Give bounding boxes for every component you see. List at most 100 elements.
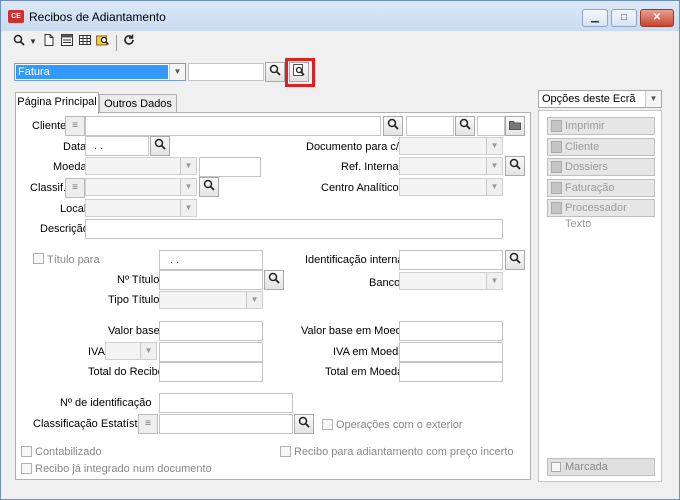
recibo-integrado-label: Recibo já integrado num documento <box>35 463 212 475</box>
classif-select[interactable]: ▼ <box>85 178 197 196</box>
chevron-down-icon[interactable]: ▼ <box>28 33 38 51</box>
chevron-down-icon: ▼ <box>486 273 502 289</box>
banco-select[interactable]: ▼ <box>399 272 503 290</box>
processador-texto-button[interactable]: Processador Texto <box>547 199 655 230</box>
toolbar-separator <box>116 35 117 51</box>
faturacao-button[interactable]: Faturação <box>547 179 655 197</box>
identificacao-interna-input[interactable] <box>399 250 503 270</box>
maximize-button[interactable]: □ <box>611 9 637 27</box>
search-icon[interactable] <box>10 33 28 51</box>
invoice-icon <box>551 182 562 194</box>
list-icon[interactable]: ≡ <box>138 414 158 434</box>
n-titulo-input[interactable] <box>159 270 263 290</box>
chevron-down-icon[interactable]: ▼ <box>645 91 661 107</box>
iva-moeda-input[interactable] <box>399 342 503 362</box>
tab-outros-dados[interactable]: Outros Dados <box>99 94 177 114</box>
local-select[interactable]: ▼ <box>85 199 197 217</box>
grid-view-icon[interactable] <box>76 33 94 51</box>
titulo-para-checkbox[interactable] <box>33 253 44 264</box>
highlight-box <box>285 58 315 87</box>
descricao-input[interactable] <box>85 219 503 239</box>
banco-label: Banco <box>369 277 401 289</box>
search-button[interactable] <box>505 156 525 176</box>
options-select[interactable]: Opções deste Ecrã ▼ <box>538 90 662 108</box>
recibo-preco-incerto-checkbox[interactable] <box>280 446 291 457</box>
titulo-para-label: Título para <box>47 254 100 266</box>
search-button[interactable] <box>265 62 285 82</box>
text-editor-icon <box>551 202 562 214</box>
options-label: Opções deste Ecrã <box>542 93 636 105</box>
search-button[interactable] <box>264 270 284 290</box>
ref-interna-select[interactable]: ▼ <box>399 157 503 175</box>
marcada-label: Marcada <box>565 461 608 473</box>
search-button[interactable] <box>383 116 403 136</box>
cliente-code-input[interactable] <box>406 116 454 136</box>
moeda-select[interactable]: ▼ <box>85 157 197 175</box>
chevron-down-icon: ▼ <box>180 200 196 216</box>
classif-label: Classif. <box>30 182 67 194</box>
contabilizado-checkbox[interactable] <box>21 446 32 457</box>
list-icon[interactable]: ≡ <box>65 178 85 198</box>
tab-pagina-principal[interactable]: Página Principal <box>15 92 99 114</box>
new-document-icon[interactable] <box>40 33 58 51</box>
marcada-toggle[interactable]: Marcada <box>547 458 655 476</box>
dossiers-label: Dossiers <box>565 161 608 173</box>
search-folder-icon[interactable] <box>94 33 112 51</box>
cliente-input[interactable] <box>85 116 381 136</box>
close-button[interactable]: ✕ <box>640 9 674 27</box>
iva-select[interactable]: ▼ <box>105 342 157 360</box>
total-recibo-input[interactable] <box>159 362 263 382</box>
title-bar: CE Recibos de Adiantamento ▁ □ ✕ <box>1 1 679 31</box>
recibo-integrado-checkbox[interactable] <box>21 463 32 474</box>
documento-cc-select[interactable]: ▼ <box>399 137 503 155</box>
chevron-down-icon[interactable]: ▼ <box>169 64 185 80</box>
marcada-checkbox[interactable] <box>551 462 561 472</box>
n-identificacao-input[interactable] <box>159 393 293 413</box>
classificacao-estatistica-label: Classificação Estatística <box>33 418 152 430</box>
form-view-icon[interactable] <box>58 33 76 51</box>
search-button[interactable] <box>294 414 314 434</box>
cliente-button-label: Cliente <box>565 141 600 153</box>
total-recibo-label: Total do Recibo <box>88 366 164 378</box>
search-button[interactable] <box>505 250 525 270</box>
valor-base-label: Valor base <box>108 325 160 337</box>
moeda-rate-input[interactable] <box>199 157 261 177</box>
minimize-button[interactable]: ▁ <box>582 9 608 27</box>
operacoes-exterior-checkbox[interactable] <box>322 419 333 430</box>
valor-base-input[interactable] <box>159 321 263 341</box>
classificacao-estatistica-input[interactable] <box>159 414 293 434</box>
titulo-para-input[interactable]: . . <box>159 250 263 270</box>
data-input[interactable]: . . <box>85 136 149 156</box>
refresh-icon[interactable] <box>120 33 138 51</box>
contabilizado-label: Contabilizado <box>35 446 102 458</box>
search-button[interactable] <box>455 116 475 136</box>
folder-button[interactable] <box>505 116 525 136</box>
iva-input[interactable] <box>159 342 263 362</box>
search-button[interactable] <box>199 177 219 197</box>
document-number-input[interactable] <box>188 63 264 81</box>
cliente-extra-input[interactable] <box>477 116 505 136</box>
document-type-select[interactable]: Fatura ▼ <box>14 63 186 81</box>
chevron-down-icon: ▼ <box>180 158 196 174</box>
total-moeda-input[interactable] <box>399 362 503 382</box>
window-title: Recibos de Adiantamento <box>29 10 166 24</box>
app-icon: CE <box>8 10 24 23</box>
dossiers-button[interactable]: Dossiers <box>547 158 655 176</box>
n-titulo-label: Nº Título <box>117 274 160 286</box>
centro-analitico-label: Centro Analítico <box>321 182 399 194</box>
list-icon[interactable]: ≡ <box>65 116 85 136</box>
valor-base-moeda-input[interactable] <box>399 321 503 341</box>
chevron-down-icon: ▼ <box>486 138 502 154</box>
tipo-titulo-select[interactable]: ▼ <box>159 291 263 309</box>
search-button[interactable] <box>150 136 170 156</box>
centro-analitico-select[interactable]: ▼ <box>399 178 503 196</box>
imprimir-button[interactable]: Imprimir <box>547 117 655 135</box>
chevron-down-icon: ▼ <box>140 343 156 359</box>
documento-cc-label: Documento para c/c <box>306 141 405 153</box>
chevron-down-icon: ▼ <box>246 292 262 308</box>
descricao-label: Descrição <box>40 223 89 235</box>
local-label: Local <box>60 203 87 215</box>
operacoes-exterior-label: Operações com o exterior <box>336 419 463 431</box>
cliente-button[interactable]: Cliente <box>547 138 655 156</box>
n-identificacao-label: Nº de identificação <box>60 397 152 409</box>
